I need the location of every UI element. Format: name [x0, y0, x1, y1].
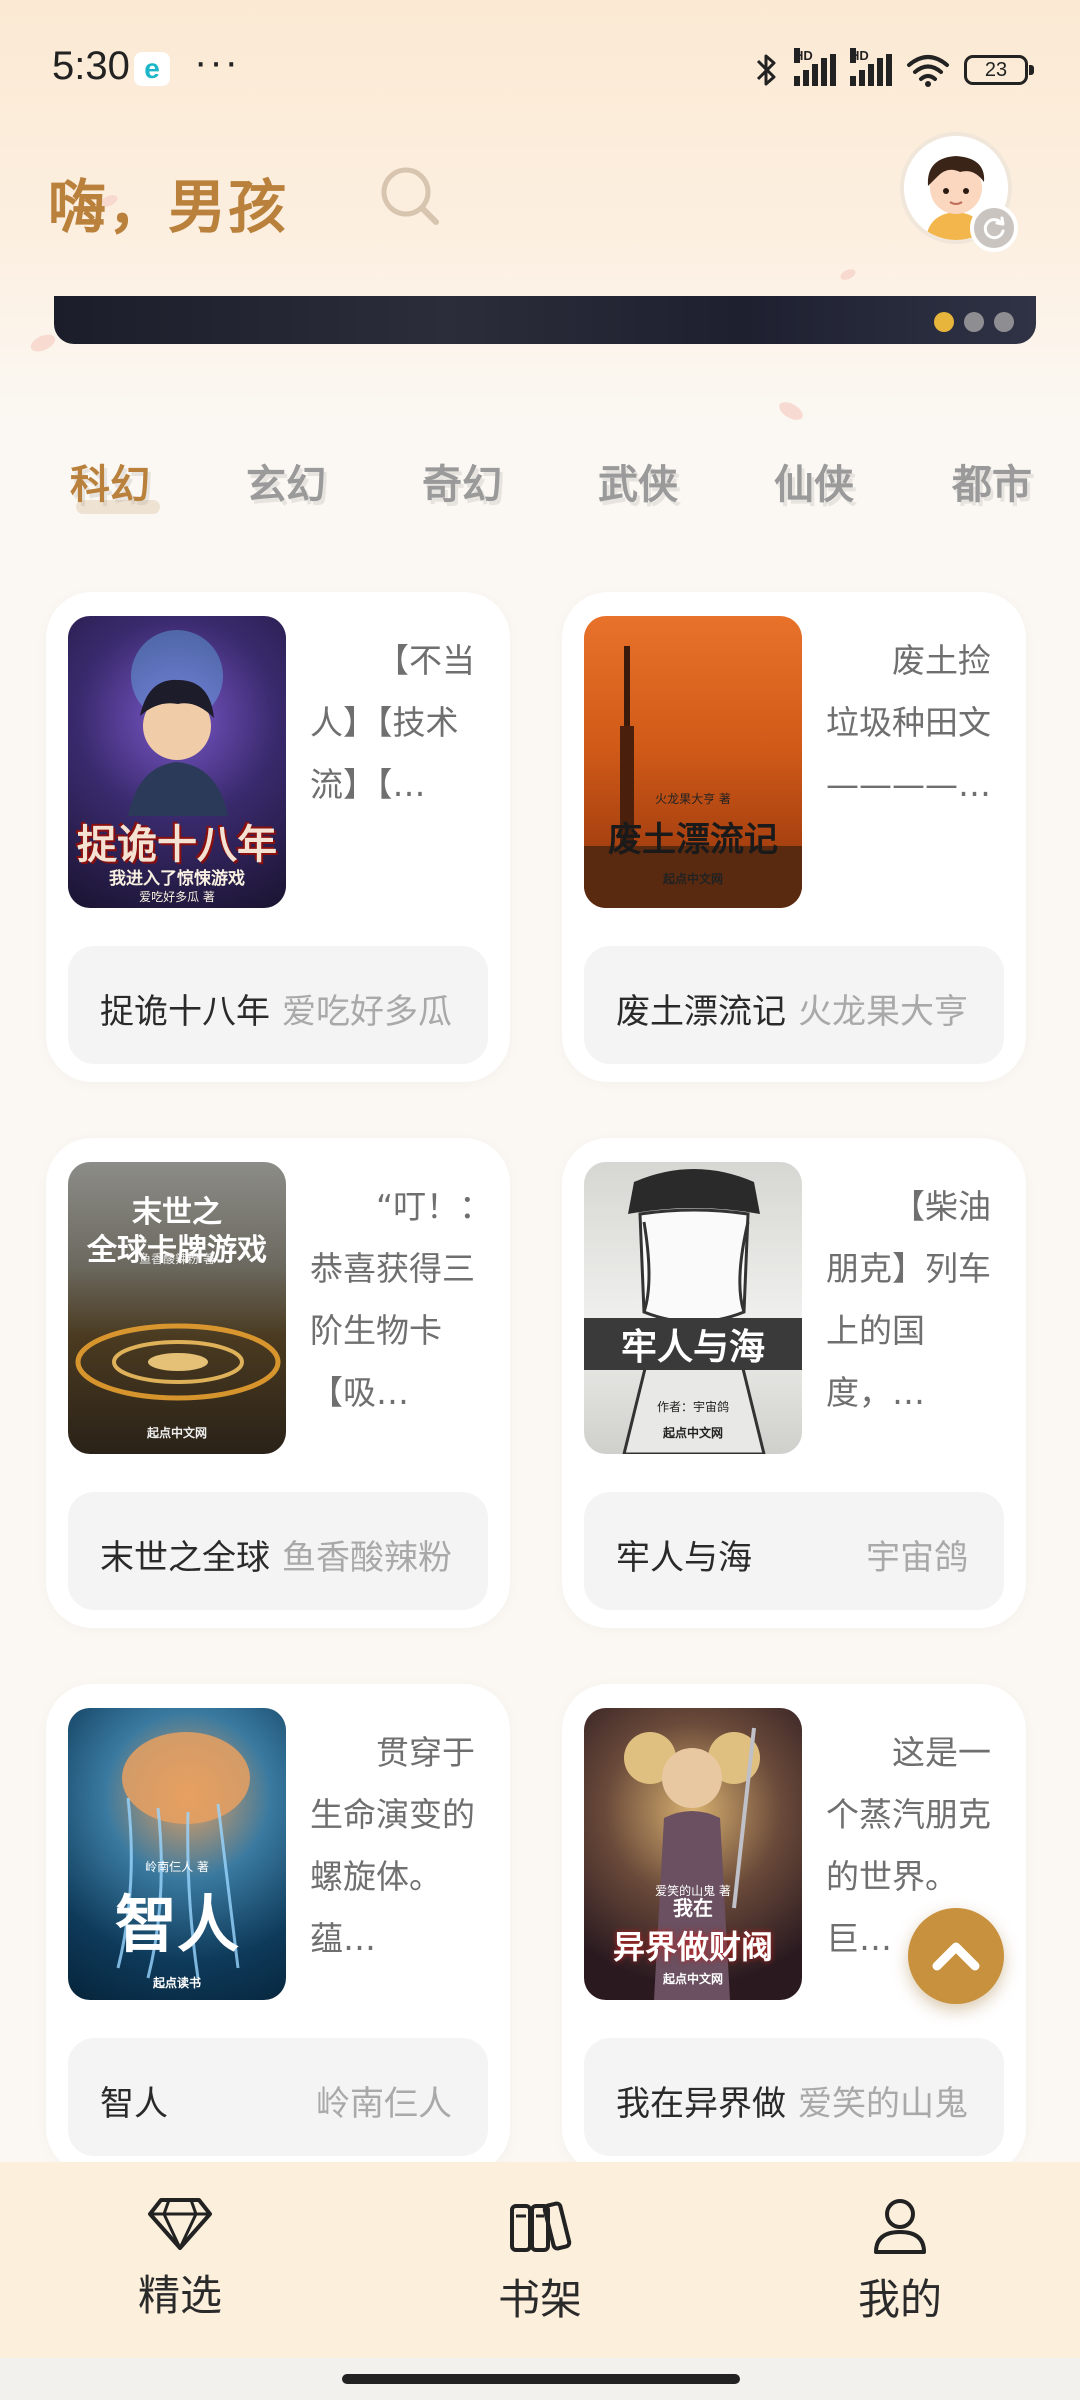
cover-author: 鱼香酸辣粉 著 — [139, 1252, 215, 1266]
nav-featured-label: 精选 — [137, 2271, 222, 2320]
book-cover[interactable]: 牢人与海作者：宇宙鸽 起点中文网 — [584, 1162, 802, 1454]
nav-profile[interactable]: 我的 — [810, 2196, 990, 2327]
more-notifications-icon: ··· — [194, 40, 240, 84]
chevron-up-icon — [932, 1942, 980, 1971]
book-cover[interactable]: 末世之 全球卡牌游戏 鱼香酸辣粉 著起点中文网 — [68, 1162, 286, 1454]
cover-title: 捉诡十八年 — [77, 821, 277, 868]
battery-icon: 23 — [964, 55, 1034, 85]
book-description: 贯穿于生命演变的螺旋体。蕴… — [310, 1733, 475, 1958]
cover-author: 作者：宇宙鸽 — [656, 1400, 729, 1414]
book-title: 智人 — [100, 2084, 168, 2124]
book-info-bar[interactable]: 捉诡十八年 爱吃好多瓜 — [68, 946, 488, 1064]
book-title: 末世之全球 — [100, 1538, 270, 1578]
status-icons: HD HD 23 — [754, 48, 1034, 90]
category-tab[interactable]: 科幻 — [70, 452, 160, 514]
nav-featured[interactable]: 精选 — [90, 2196, 270, 2323]
book-cover[interactable]: 废土漂流记 火龙果大亨 著起点中文网 — [584, 616, 802, 908]
book-cover[interactable]: 智人 岭南仨人 著起点读书 — [68, 1708, 286, 2000]
banner-dot[interactable] — [994, 312, 1014, 332]
nav-profile-label: 我的 — [857, 2275, 942, 2324]
category-tab[interactable]: 玄幻 — [246, 452, 326, 510]
search-icon — [381, 167, 439, 225]
cover-publisher: 起点中文网 — [146, 1426, 207, 1440]
book-card[interactable]: 智人 岭南仨人 著起点读书 贯穿于生命演变的螺旋体。蕴… 智人 岭南仨人 — [46, 1684, 510, 2174]
refresh-icon — [983, 216, 1005, 240]
cover-author: 爱吃好多瓜 著 — [139, 890, 215, 904]
book-author: 宇宙鸽 — [866, 1538, 968, 1578]
system-gesture-area — [0, 2358, 1080, 2400]
book-title: 牢人与海 — [616, 1538, 752, 1578]
book-author: 爱笑的山鬼 — [798, 2084, 968, 2124]
cover-publisher: 起点中文网 — [662, 1972, 723, 1986]
book-author: 鱼香酸辣粉 — [282, 1538, 452, 1578]
book-description: 废土捡垃圾种田文————… — [826, 641, 991, 804]
cover-subtitle: 我进入了惊悚游戏 — [109, 869, 245, 889]
book-title: 我在异界做 — [616, 2084, 786, 2124]
cover-author: 火龙果大亨 著 — [655, 792, 731, 806]
category-tab[interactable]: 都市 — [952, 452, 1032, 510]
cover-title: 牢人与海 — [584, 1318, 802, 1370]
cover-art — [128, 630, 228, 816]
search-button[interactable] — [376, 162, 446, 232]
diamond-icon — [148, 2198, 212, 2250]
book-info-bar[interactable]: 牢人与海 宇宙鸽 — [584, 1492, 1004, 1610]
bluetooth-icon — [756, 54, 776, 86]
switch-avatar-button[interactable] — [970, 204, 1018, 252]
banner-indicator — [934, 312, 1014, 332]
wifi-icon — [907, 55, 949, 87]
cover-publisher: 起点读书 — [152, 1976, 201, 1990]
category-tab[interactable]: 武侠 — [598, 452, 678, 510]
book-card[interactable]: 牢人与海 作者：宇宙鸽 起点中文网 【柴油朋克】列车上的国度，… 牢人与海 宇宙鸽 — [562, 1138, 1026, 1628]
book-info-bar[interactable]: 末世之全球 鱼香酸辣粉 — [68, 1492, 488, 1610]
book-title: 废土漂流记 — [616, 992, 786, 1032]
cover-art — [584, 646, 802, 908]
cover-title: 智人 — [114, 1888, 239, 1961]
banner-dot[interactable] — [964, 312, 984, 332]
book-title: 捉诡十八年 — [100, 992, 270, 1032]
browser-app-icon: e — [134, 52, 170, 86]
book-info-bar[interactable]: 废土漂流记 火龙果大亨 — [584, 946, 1004, 1064]
banner-carousel[interactable] — [54, 296, 1036, 344]
nav-bookshelf[interactable]: 书架 — [450, 2196, 630, 2327]
nav-bookshelf-label: 书架 — [497, 2275, 582, 2324]
book-card[interactable]: 捉诡十八年 我进入了惊悚游戏 爱吃好多瓜 著【不当人】【技术流】【… 捉诡十八年 爱吃好… — [46, 592, 510, 1082]
book-author: 岭南仨人 — [316, 2084, 452, 2124]
cover-author: 岭南仨人 著 — [145, 1860, 209, 1874]
signal-1-icon: HD — [794, 48, 836, 86]
book-card[interactable]: 废土漂流记 火龙果大亨 著起点中文网 废土捡垃圾种田文————… 废土漂流记 火龙果大亨 — [562, 592, 1026, 1082]
cover-publisher: 起点中文网 — [662, 1426, 723, 1440]
book-cover[interactable]: 捉诡十八年 我进入了惊悚游戏 爱吃好多瓜 著 — [68, 616, 286, 908]
status-bar: 5:30 e ··· HD HD 23 — [0, 0, 1080, 130]
person-icon — [874, 2199, 926, 2254]
greeting-title: 嗨，男孩 — [48, 173, 289, 241]
cover-author: 爱笑的山鬼 著 — [655, 1884, 731, 1898]
category-tabs: 科幻 玄幻 奇幻 武侠 仙侠 都市 — [0, 452, 1080, 522]
book-card[interactable]: 末世之 全球卡牌游戏鱼香酸辣粉 著起点中文网“叮！：恭喜获得三阶生物卡【吸… 末世… — [46, 1138, 510, 1628]
back-to-top-button[interactable] — [908, 1908, 1004, 2004]
status-time: 5:30 — [52, 44, 130, 88]
bottom-navigation: 精选 书架 我的 — [0, 2162, 1080, 2358]
book-info-bar[interactable]: 我在异界做 爱笑的山鬼 — [584, 2038, 1004, 2156]
cover-title: 异界做财阀 — [612, 1928, 773, 1966]
cover-publisher: 起点中文网 — [662, 872, 723, 886]
book-info-bar[interactable]: 智人 岭南仨人 — [68, 2038, 488, 2156]
book-author: 爱吃好多瓜 — [282, 992, 452, 1032]
cover-title: 废土漂流记 — [608, 820, 778, 860]
book-author: 火龙果大亨 — [798, 992, 968, 1032]
signal-2-icon: HD — [850, 48, 892, 86]
book-description: “叮！：恭喜获得三阶生物卡【吸… — [310, 1187, 480, 1412]
book-description: 【柴油朋克】列车上的国度，… — [826, 1187, 991, 1412]
category-tab[interactable]: 仙侠 — [774, 452, 854, 510]
avatar-button[interactable] — [900, 132, 1018, 252]
bookshelf-icon — [510, 2201, 572, 2252]
book-description: 【不当人】【技术流】【… — [310, 641, 475, 804]
banner-dot[interactable] — [934, 312, 954, 332]
book-cover[interactable]: 我在 异界做财阀 爱笑的山鬼 著起点中文网 — [584, 1708, 802, 2000]
home-indicator[interactable] — [342, 2374, 740, 2384]
category-tab[interactable]: 奇幻 — [422, 452, 502, 510]
